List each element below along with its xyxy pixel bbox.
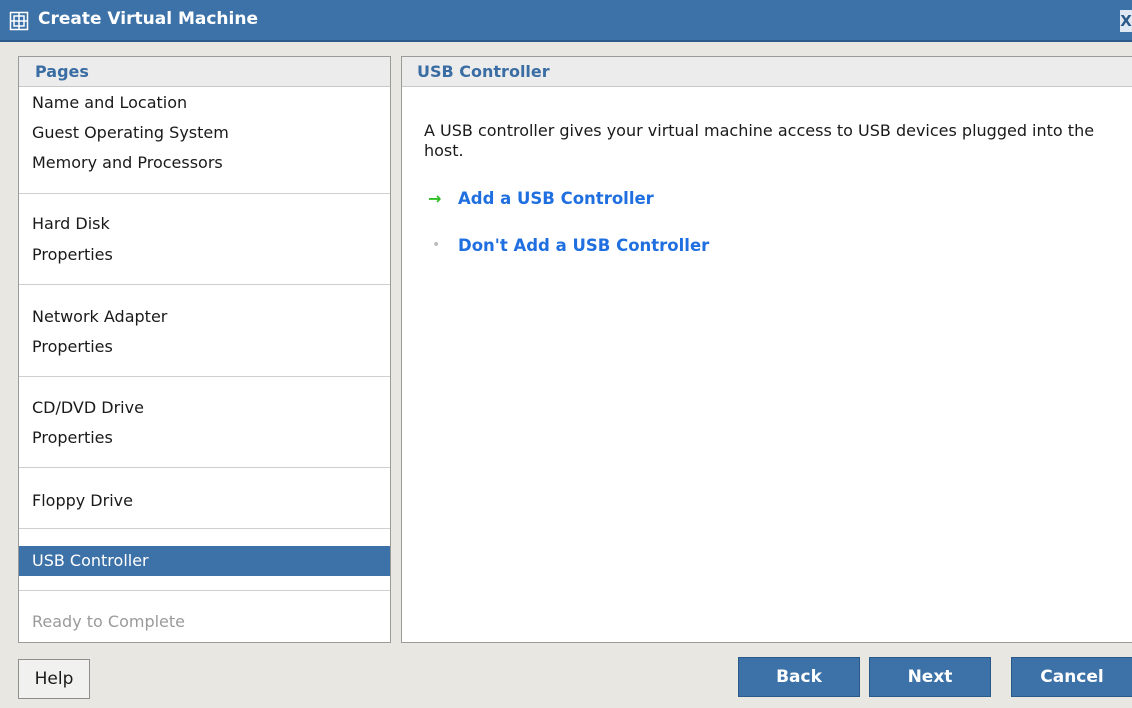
page-item-usb-controller[interactable]: USB Controller (19, 546, 390, 576)
back-button[interactable]: Back (738, 657, 860, 697)
page-item-ready-to-complete: Ready to Complete (32, 612, 186, 631)
page-item-cd-dvd-properties[interactable]: Properties (19, 424, 390, 452)
virtual-machine-icon (9, 11, 29, 31)
page-item-cd-dvd-drive[interactable]: CD/DVD Drive (19, 394, 390, 422)
grey-dot-icon: • (432, 237, 441, 253)
page-item-network-properties[interactable]: Properties (19, 333, 390, 361)
usb-description: A USB controller gives your virtual mach… (424, 121, 1095, 160)
add-usb-controller-link[interactable]: Add a USB Controller (458, 189, 654, 208)
content-header: USB Controller (402, 57, 1132, 87)
cancel-button[interactable]: Cancel (1011, 657, 1132, 697)
page-divider (19, 284, 390, 285)
add-usb-controller-option[interactable]: → Add a USB Controller (428, 186, 654, 210)
dont-add-usb-controller-link[interactable]: Don't Add a USB Controller (458, 236, 709, 255)
pages-header: Pages (19, 57, 390, 87)
green-arrow-icon: → (428, 188, 442, 208)
help-button[interactable]: Help (18, 659, 90, 699)
page-item-hard-disk[interactable]: Hard Disk (19, 210, 390, 238)
page-divider (19, 193, 390, 194)
create-vm-dialog: Create Virtual Machine X Pages Name and … (0, 0, 1132, 708)
title-bar: Create Virtual Machine X (0, 0, 1132, 42)
window-title: Create Virtual Machine (38, 9, 258, 29)
next-button[interactable]: Next (869, 657, 991, 697)
page-item-network-adapter[interactable]: Network Adapter (19, 303, 390, 331)
close-icon[interactable]: X (1120, 10, 1132, 32)
page-item-hard-disk-properties[interactable]: Properties (19, 241, 390, 269)
page-divider (19, 590, 390, 591)
page-item-memory-processors[interactable]: Memory and Processors (19, 149, 390, 177)
page-item-floppy-drive[interactable]: Floppy Drive (19, 487, 390, 515)
dont-add-usb-controller-option[interactable]: • Don't Add a USB Controller (428, 233, 709, 257)
content-panel: USB Controller A USB controller gives yo… (401, 56, 1132, 643)
page-divider (19, 467, 390, 468)
page-item-name-and-location[interactable]: Name and Location (19, 89, 390, 117)
page-divider (19, 376, 390, 377)
page-item-guest-os[interactable]: Guest Operating System (19, 119, 390, 147)
pages-panel: Pages Name and Location Guest Operating … (18, 56, 391, 643)
page-divider (19, 528, 390, 529)
